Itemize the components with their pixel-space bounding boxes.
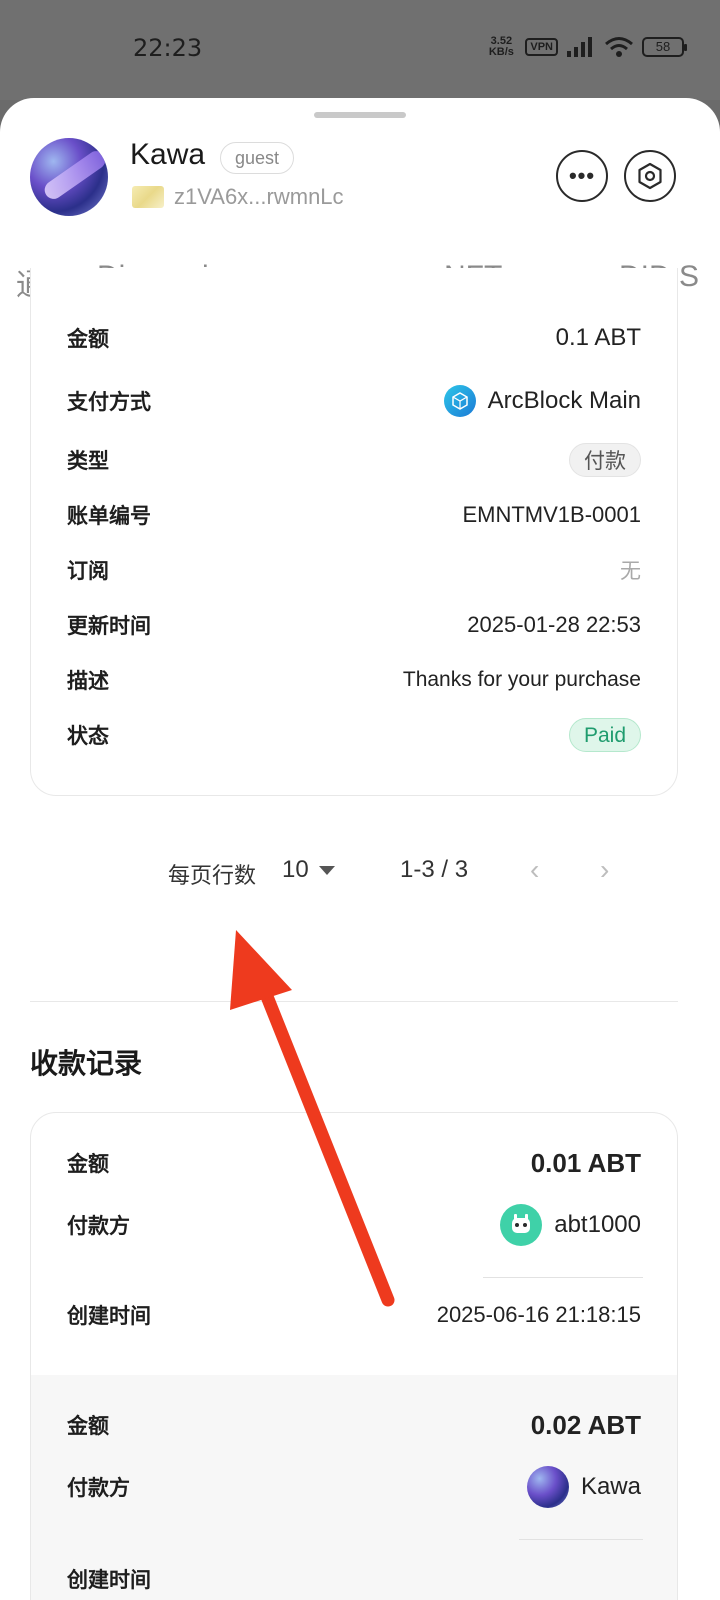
status-label: 状态 xyxy=(67,724,109,748)
page-range: 1-3 / 3 xyxy=(400,856,469,883)
more-dots-icon: ••• xyxy=(568,163,596,188)
rows-per-page-label: 每页行数 xyxy=(168,864,257,889)
rows-per-page-select[interactable]: 10 xyxy=(282,856,335,884)
receipt2-payer-row: 付款方 Kawa xyxy=(67,1466,641,1508)
receipt2-amount-value: 0.02 ABT xyxy=(530,1409,641,1440)
chevron-left-icon[interactable]: ‹ xyxy=(530,854,539,886)
user-name: Kawa xyxy=(130,138,206,171)
settings-button[interactable] xyxy=(624,150,676,202)
subscription-row: 订阅 无 xyxy=(67,550,641,590)
updated-time-value: 2025-01-28 22:53 xyxy=(467,612,641,637)
type-label: 类型 xyxy=(67,449,109,473)
battery-icon: 58 xyxy=(642,37,687,57)
payer2-underline xyxy=(519,1539,643,1540)
hexagon-settings-icon xyxy=(638,162,662,190)
signal-icon xyxy=(567,37,592,57)
role-badge: guest xyxy=(220,142,295,174)
did-text: z1VA6x...rwmnLc xyxy=(174,184,344,209)
receipt2-amount-row: 金额 0.02 ABT xyxy=(67,1405,641,1445)
invoice-amount-row: 金额 0.1 ABT xyxy=(67,318,641,358)
receipt2-created-label: 创建时间 xyxy=(67,1568,151,1592)
subscription-value: 无 xyxy=(620,559,641,583)
receipt2-payer-name: Kawa xyxy=(580,1473,641,1500)
receipt-amount-row: 金额 0.01 ABT xyxy=(67,1143,641,1183)
user-avatar-icon xyxy=(526,1466,569,1508)
receipt-created-value: 2025-06-16 21:18:15 xyxy=(436,1302,641,1327)
avatar[interactable] xyxy=(30,138,108,216)
updated-time-label: 更新时间 xyxy=(67,614,151,638)
receipt-amount-value: 0.01 ABT xyxy=(530,1147,641,1178)
status-time: 22:23 xyxy=(133,34,203,62)
invoice-amount-label: 金额 xyxy=(67,327,109,351)
description-row: 描述 Thanks for your purchase xyxy=(67,660,641,700)
payment-method-text: ArcBlock Main xyxy=(487,387,641,414)
arcblock-chain-icon xyxy=(443,385,476,417)
more-button[interactable]: ••• xyxy=(556,150,608,202)
receipt-payer-label: 付款方 xyxy=(67,1214,130,1238)
receipt-payer-row: 付款方 abt1000 xyxy=(67,1204,641,1246)
receipt2-created-row: 创建时间 xyxy=(67,1559,641,1599)
receipt2-payer-value[interactable]: Kawa xyxy=(526,1466,641,1508)
description-value: Thanks for your purchase xyxy=(402,668,641,691)
invoice-number-label: 账单编号 xyxy=(67,504,151,528)
receipt-amount-label: 金额 xyxy=(67,1152,109,1176)
payer-underline xyxy=(483,1277,643,1278)
invoice-number-row: 账单编号 EMNTMV1B-0001 xyxy=(67,495,641,535)
subscription-label: 订阅 xyxy=(67,559,109,583)
receipts-title: 收款记录 xyxy=(30,1047,143,1080)
description-label: 描述 xyxy=(67,669,109,693)
status-badge: Paid xyxy=(568,718,641,752)
receipt2-amount-label: 金额 xyxy=(67,1414,109,1438)
receipt-payer-name: abt1000 xyxy=(554,1211,641,1238)
vpn-icon: VPN xyxy=(525,38,558,56)
did-address[interactable]: z1VA6x...rwmnLc xyxy=(132,184,344,210)
receipts-card: 金额 0.01 ABT 付款方 abt1000 创建时间 2025-06-16 … xyxy=(30,1112,678,1600)
caret-down-icon xyxy=(318,865,335,875)
status-icons: 3.52 KB/s VPN 58 xyxy=(485,35,687,58)
robot-avatar-icon xyxy=(500,1204,543,1246)
receipt2-payer-label: 付款方 xyxy=(67,1476,130,1500)
pagination: 每页行数 10 1-3 / 3 ‹ › xyxy=(0,854,720,894)
type-chip: 付款 xyxy=(569,443,641,477)
invoice-amount-value: 0.1 ABT xyxy=(555,324,641,351)
receipt-payer-value[interactable]: abt1000 xyxy=(500,1204,641,1246)
payment-method-value: ArcBlock Main xyxy=(443,385,641,417)
drag-handle[interactable] xyxy=(314,112,406,118)
receipt-created-label: 创建时间 xyxy=(67,1304,151,1328)
payment-method-row: 支付方式 ArcBlock Main xyxy=(67,381,641,421)
profile-sheet: Kawa guest z1VA6x...rwmnLc ••• 通知 Discus… xyxy=(0,98,720,1600)
status-bar: 22:23 3.52 KB/s VPN 58 xyxy=(0,0,720,100)
invoice-card: 金额 0.1 ABT 支付方式 ArcBlock Main 类型 付款 账单编号… xyxy=(30,268,678,796)
chevron-right-icon[interactable]: › xyxy=(600,854,609,886)
network-speed: 3.52 KB/s xyxy=(488,35,514,58)
rows-per-page-value: 10 xyxy=(282,856,309,883)
wifi-icon xyxy=(605,37,633,57)
updated-time-row: 更新时间 2025-01-28 22:53 xyxy=(67,605,641,645)
status-row: 状态 Paid xyxy=(67,715,641,755)
payment-method-label: 支付方式 xyxy=(67,390,151,414)
invoice-number-value[interactable]: EMNTMV1B-0001 xyxy=(462,502,641,528)
did-card-icon xyxy=(132,186,164,208)
receipt-created-row: 创建时间 2025-06-16 21:18:15 xyxy=(67,1295,641,1335)
section-divider xyxy=(30,1001,678,1002)
type-row: 类型 付款 xyxy=(67,440,641,480)
